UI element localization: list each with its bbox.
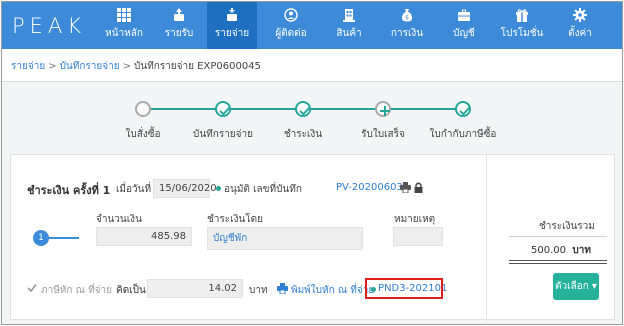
step-label: บันทึกรายจ่าย [192, 129, 254, 140]
card-divider [486, 155, 487, 321]
nav-finance-label: การเงิน [390, 28, 424, 39]
record-number-link[interactable]: PV-202006030 [336, 182, 409, 193]
payment-step-line [49, 237, 79, 239]
step-connector [311, 108, 377, 110]
nav-finance[interactable]: $ การเงิน [382, 2, 432, 49]
step-connector [231, 108, 297, 110]
checkbox-check-icon[interactable] [27, 283, 37, 293]
building-icon [343, 9, 355, 22]
breadcrumb-expense-link[interactable]: รายจ่าย [11, 61, 45, 72]
print-icon[interactable] [400, 182, 411, 193]
step-payment[interactable] [295, 101, 311, 117]
gear-icon [573, 8, 587, 22]
calc-label: คิดเป็น [116, 285, 146, 296]
withholding-label: ภาษีหัก ณ ที่จ่าย [41, 285, 113, 296]
paid-by-label: ชำระเงินโดย [207, 214, 264, 225]
nav-promotion[interactable]: โปรโมชั่น [497, 2, 547, 49]
svg-text:$: $ [405, 15, 409, 22]
approved-text: อนุมัติ เลขที่บันทึก [224, 184, 302, 195]
breadcrumb: รายจ่าย > บันทึกรายจ่าย > บันทึกรายจ่าย EXP0… [2, 49, 622, 82]
nav-products[interactable]: สินค้า [324, 2, 374, 49]
payment-title: ชำระเงิน ครั้งที่ 1 [27, 184, 111, 197]
plus-icon [380, 106, 390, 116]
app-window: PEAK หน้าหลัก รายรับ รายจ่าย ผู้ติดต่อ ส… [1, 1, 623, 325]
withholding-amount-field[interactable]: 14.02 [147, 279, 243, 298]
nav-expense[interactable]: รายจ่าย [207, 2, 257, 49]
gift-icon [516, 9, 528, 22]
currency-unit: บาท [249, 285, 268, 296]
total-payment-value: 500.00 บาท [531, 243, 591, 258]
status-dot [216, 186, 221, 191]
briefcase-icon [458, 9, 470, 21]
nav-income[interactable]: รายรับ [154, 2, 204, 49]
workflow-steps: ใบสั่งซื้อ บันทึกรายจ่าย ชำระเงิน รับใบเ… [2, 82, 622, 152]
breadcrumb-separator: > [122, 61, 131, 72]
nav-contacts[interactable]: ผู้ติดต่อ [266, 2, 316, 49]
nav-income-label: รายรับ [164, 28, 194, 39]
total-amount: 500.00 [531, 245, 566, 256]
nav-contacts-label: ผู้ติดต่อ [275, 28, 307, 39]
step-label: ใบกำกับภาษีซื้อ [429, 129, 497, 140]
lock-icon [414, 182, 423, 193]
nav-settings[interactable]: ตั้งค่า [555, 2, 605, 49]
step-connector [391, 108, 457, 110]
check-icon [219, 106, 231, 116]
nav-home-label: หน้าหลัก [105, 28, 143, 39]
step-connector [151, 108, 217, 110]
nav-products-label: สินค้า [336, 28, 362, 39]
step-purchase-order[interactable] [135, 101, 151, 117]
highlight-box [365, 278, 443, 299]
money-bag-icon: $ [401, 9, 413, 22]
total-double-underline [509, 260, 607, 261]
top-navbar: PEAK หน้าหลัก รายรับ รายจ่าย ผู้ติดต่อ ส… [2, 2, 622, 49]
step-label: ชำระเงิน [283, 129, 323, 140]
print-icon[interactable] [277, 283, 288, 294]
print-withholding-link[interactable]: พิมพ์ใบหัก ณ ที่จ่าย [291, 283, 374, 298]
nav-accounting[interactable]: บัญชี [439, 2, 489, 49]
amount-label: จำนวนเงิน [96, 214, 142, 225]
total-divider [509, 236, 607, 237]
step-receipt[interactable] [375, 101, 391, 117]
cash-in-icon [174, 8, 184, 21]
paid-by-field[interactable]: บัญชีพัก [207, 227, 363, 250]
total-payment-label: ชำระเงินรวม [539, 221, 595, 232]
nav-accounting-label: บัญชี [453, 28, 475, 39]
payment-step-number: 1 [33, 230, 49, 246]
note-label: หมายเหตุ [394, 214, 436, 225]
peak-logo[interactable]: PEAK [12, 14, 86, 38]
amount-field[interactable]: 485.98 [96, 227, 192, 246]
step-label: ใบสั่งซื้อ [125, 129, 161, 140]
step-expense-record[interactable] [215, 101, 231, 117]
total-unit: บาท [572, 245, 591, 256]
step-label: รับใบเสร็จ [361, 129, 405, 140]
cash-out-icon [227, 8, 237, 21]
date-label: เมื่อวันที่ [116, 184, 152, 195]
grid-icon [117, 8, 131, 22]
options-button-label: ตัวเลือก [555, 281, 589, 292]
check-icon [299, 106, 311, 116]
options-button[interactable]: ตัวเลือก ▾ [553, 273, 599, 300]
check-icon [459, 106, 471, 116]
breadcrumb-expense-record-link[interactable]: บันทึกรายจ่าย [60, 61, 120, 72]
nav-home[interactable]: หน้าหลัก [99, 2, 149, 49]
breadcrumb-current: บันทึกรายจ่าย EXP0600045 [133, 61, 261, 72]
total-double-underline [509, 263, 607, 264]
breadcrumb-separator: > [48, 61, 57, 72]
note-field[interactable] [393, 227, 443, 246]
contact-icon [284, 8, 298, 22]
date-field[interactable]: 15/06/2020 [153, 179, 217, 198]
nav-settings-label: ตั้งค่า [568, 28, 592, 39]
step-tax-invoice[interactable] [455, 101, 471, 117]
nav-expense-label: รายจ่าย [214, 28, 250, 39]
nav-promotion-label: โปรโมชั่น [500, 28, 544, 39]
payment-card: ชำระเงิน ครั้งที่ 1 เมื่อวันที่ 15/06/20… [10, 154, 615, 321]
